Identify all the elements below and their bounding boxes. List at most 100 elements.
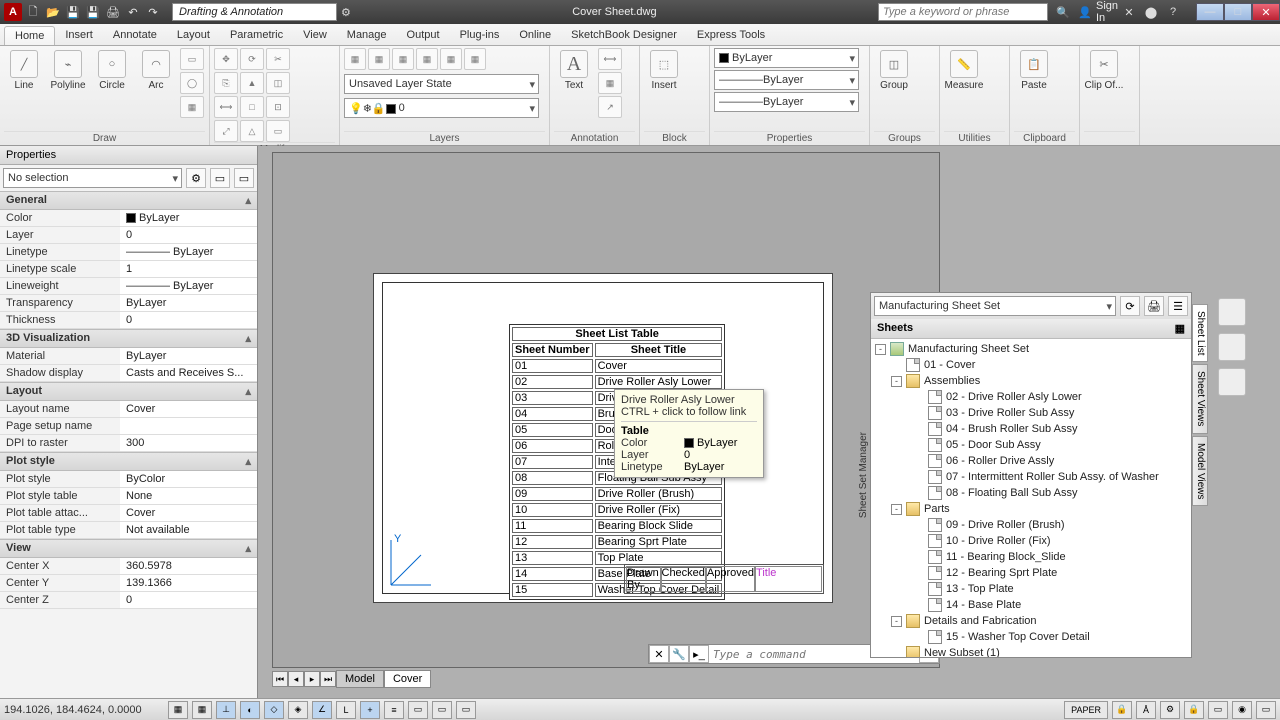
ssm-tab[interactable]: Sheet Views (1192, 364, 1208, 433)
tree-node[interactable]: 09 - Drive Roller (Brush) (873, 517, 1189, 533)
color-combo[interactable]: ByLayer (714, 48, 859, 68)
tree-node[interactable]: -Manufacturing Sheet Set (873, 341, 1189, 357)
layer-icon[interactable]: ▦ (368, 48, 390, 70)
undo-icon[interactable]: ↶ (124, 3, 142, 21)
space-toggle[interactable]: PAPER (1064, 701, 1108, 719)
workspace-combo[interactable]: Drafting & Annotation (172, 3, 337, 21)
open-icon[interactable]: 📂 (44, 3, 62, 21)
dyn-toggle[interactable]: + (360, 701, 380, 719)
table-row[interactable]: 10Drive Roller (Fix) (512, 503, 722, 517)
layer-icon[interactable]: ▦ (464, 48, 486, 70)
prop-row[interactable]: Shadow displayCasts and Receives S... (0, 365, 257, 382)
annoscale-icon[interactable]: 🔒 (1112, 701, 1132, 719)
lwt-toggle[interactable]: ≡ (384, 701, 404, 719)
prop-row[interactable]: Layer0 (0, 227, 257, 244)
tab-manage[interactable]: Manage (337, 26, 397, 45)
qp-toggle[interactable]: ▭ (432, 701, 452, 719)
tree-node[interactable]: -Assemblies (873, 373, 1189, 389)
table-row[interactable]: 12Bearing Sprt Plate (512, 535, 722, 549)
tree-node[interactable]: -Details and Fabrication (873, 613, 1189, 629)
toolbar-lock-icon[interactable]: 🔒 (1184, 701, 1204, 719)
expand-icon[interactable]: - (891, 504, 902, 515)
text-button[interactable]: AText (554, 48, 594, 91)
dim-icon[interactable]: ⟷ (598, 48, 622, 70)
polyline-button[interactable]: ⌁Polyline (48, 48, 88, 91)
table-row[interactable]: 01Cover (512, 359, 722, 373)
layer-icon[interactable]: ▦ (416, 48, 438, 70)
plot-icon[interactable]: 🖨 (104, 3, 122, 21)
tree-node[interactable]: 10 - Drive Roller (Fix) (873, 533, 1189, 549)
otrack-toggle[interactable]: ∠ (312, 701, 332, 719)
clipof-button[interactable]: ✂Clip Of... (1084, 48, 1124, 91)
lineweight-combo[interactable]: ———— ByLayer (714, 92, 859, 112)
tab-annotate[interactable]: Annotate (103, 26, 167, 45)
ortho-toggle[interactable]: ⊥ (216, 701, 236, 719)
modify-tool-icon[interactable]: □ (240, 96, 264, 118)
ssm-publish-icon[interactable]: 🖨 (1144, 296, 1164, 316)
nav-bar[interactable] (1216, 296, 1276, 401)
prop-row[interactable]: Layout nameCover (0, 401, 257, 418)
prop-category[interactable]: 3D Visualization (0, 329, 257, 348)
modify-tool-icon[interactable]: ⊡ (266, 96, 290, 118)
cmd-tools-icon[interactable]: 🔧 (669, 645, 689, 663)
modify-tool-icon[interactable]: ▭ (266, 120, 290, 142)
app-menu-icon[interactable]: A (4, 3, 22, 21)
isolate-icon[interactable]: ◉ (1232, 701, 1252, 719)
prop-row[interactable]: MaterialByLayer (0, 348, 257, 365)
zoom-icon[interactable] (1218, 368, 1246, 396)
layout-tab[interactable]: Cover (384, 670, 431, 688)
tab-output[interactable]: Output (397, 26, 450, 45)
select-objects-icon[interactable]: ▭ (210, 168, 230, 188)
viewcube-icon[interactable] (1218, 298, 1246, 326)
table-row[interactable]: 09Drive Roller (Brush) (512, 487, 722, 501)
layout-nav-last[interactable]: ⏭ (320, 671, 336, 687)
modify-tool-icon[interactable]: △ (240, 120, 264, 142)
drawing-window[interactable]: Sheet List Table Sheet NumberSheet Title… (272, 152, 940, 668)
tab-insert[interactable]: Insert (55, 26, 103, 45)
tab-express-tools[interactable]: Express Tools (687, 26, 775, 45)
close-button[interactable]: ✕ (1252, 3, 1280, 21)
drawing-area[interactable]: Sheet List Table Sheet NumberSheet Title… (258, 146, 1280, 698)
quick-select-icon[interactable]: ⚙ (186, 168, 206, 188)
layout-nav-first[interactable]: ⏮ (272, 671, 288, 687)
save-icon[interactable]: 💾 (64, 3, 82, 21)
tree-node[interactable]: 05 - Door Sub Assy (873, 437, 1189, 453)
modify-tool-icon[interactable]: ✂ (266, 48, 290, 70)
ssm-tab[interactable]: Model Views (1192, 436, 1208, 507)
maximize-button[interactable]: □ (1224, 3, 1252, 21)
tab-view[interactable]: View (293, 26, 337, 45)
prop-row[interactable]: Plot table typeNot available (0, 522, 257, 539)
cmd-close-icon[interactable]: ✕ (649, 645, 669, 663)
prop-row[interactable]: Thickness0 (0, 312, 257, 329)
prop-row[interactable]: Page setup name (0, 418, 257, 435)
group-button[interactable]: ◫Group (874, 48, 914, 91)
tree-node[interactable]: 12 - Bearing Sprt Plate (873, 565, 1189, 581)
draw-small-icon[interactable]: ◯ (180, 72, 204, 94)
layout-nav-next[interactable]: ▸ (304, 671, 320, 687)
tab-sketchbook-designer[interactable]: SketchBook Designer (561, 26, 687, 45)
tab-parametric[interactable]: Parametric (220, 26, 293, 45)
prop-category[interactable]: View (0, 539, 257, 558)
clean-icon[interactable]: ▭ (1256, 701, 1276, 719)
ssm-tree[interactable]: -Manufacturing Sheet Set01 - Cover-Assem… (871, 339, 1191, 657)
pan-icon[interactable] (1218, 333, 1246, 361)
tree-node[interactable]: 02 - Drive Roller Asly Lower (873, 389, 1189, 405)
insert-button[interactable]: ⬚Insert (644, 48, 684, 91)
tree-node[interactable]: 03 - Drive Roller Sub Assy (873, 405, 1189, 421)
draw-small-icon[interactable]: ▦ (180, 96, 204, 118)
prop-category[interactable]: General (0, 191, 257, 210)
help-icon[interactable]: ? (1164, 3, 1182, 21)
tree-node[interactable]: 14 - Base Plate (873, 597, 1189, 613)
layer-current-combo[interactable]: 💡❄🔒0 (344, 98, 539, 118)
circle-button[interactable]: ○Circle (92, 48, 132, 91)
arc-button[interactable]: ◠Arc (136, 48, 176, 91)
modify-tool-icon[interactable]: ⎘ (214, 72, 238, 94)
workspace-btn-icon[interactable]: ⚙ (341, 6, 351, 19)
pickadd-icon[interactable]: ▭ (234, 168, 254, 188)
ssm-tab[interactable]: Sheet List (1192, 304, 1208, 362)
layer-state-combo[interactable]: Unsaved Layer State (344, 74, 539, 94)
tree-node[interactable]: -Parts (873, 501, 1189, 517)
modify-tool-icon[interactable]: ▲ (240, 72, 264, 94)
tree-node[interactable]: 11 - Bearing Block_Slide (873, 549, 1189, 565)
prop-row[interactable]: Plot table attac...Cover (0, 505, 257, 522)
